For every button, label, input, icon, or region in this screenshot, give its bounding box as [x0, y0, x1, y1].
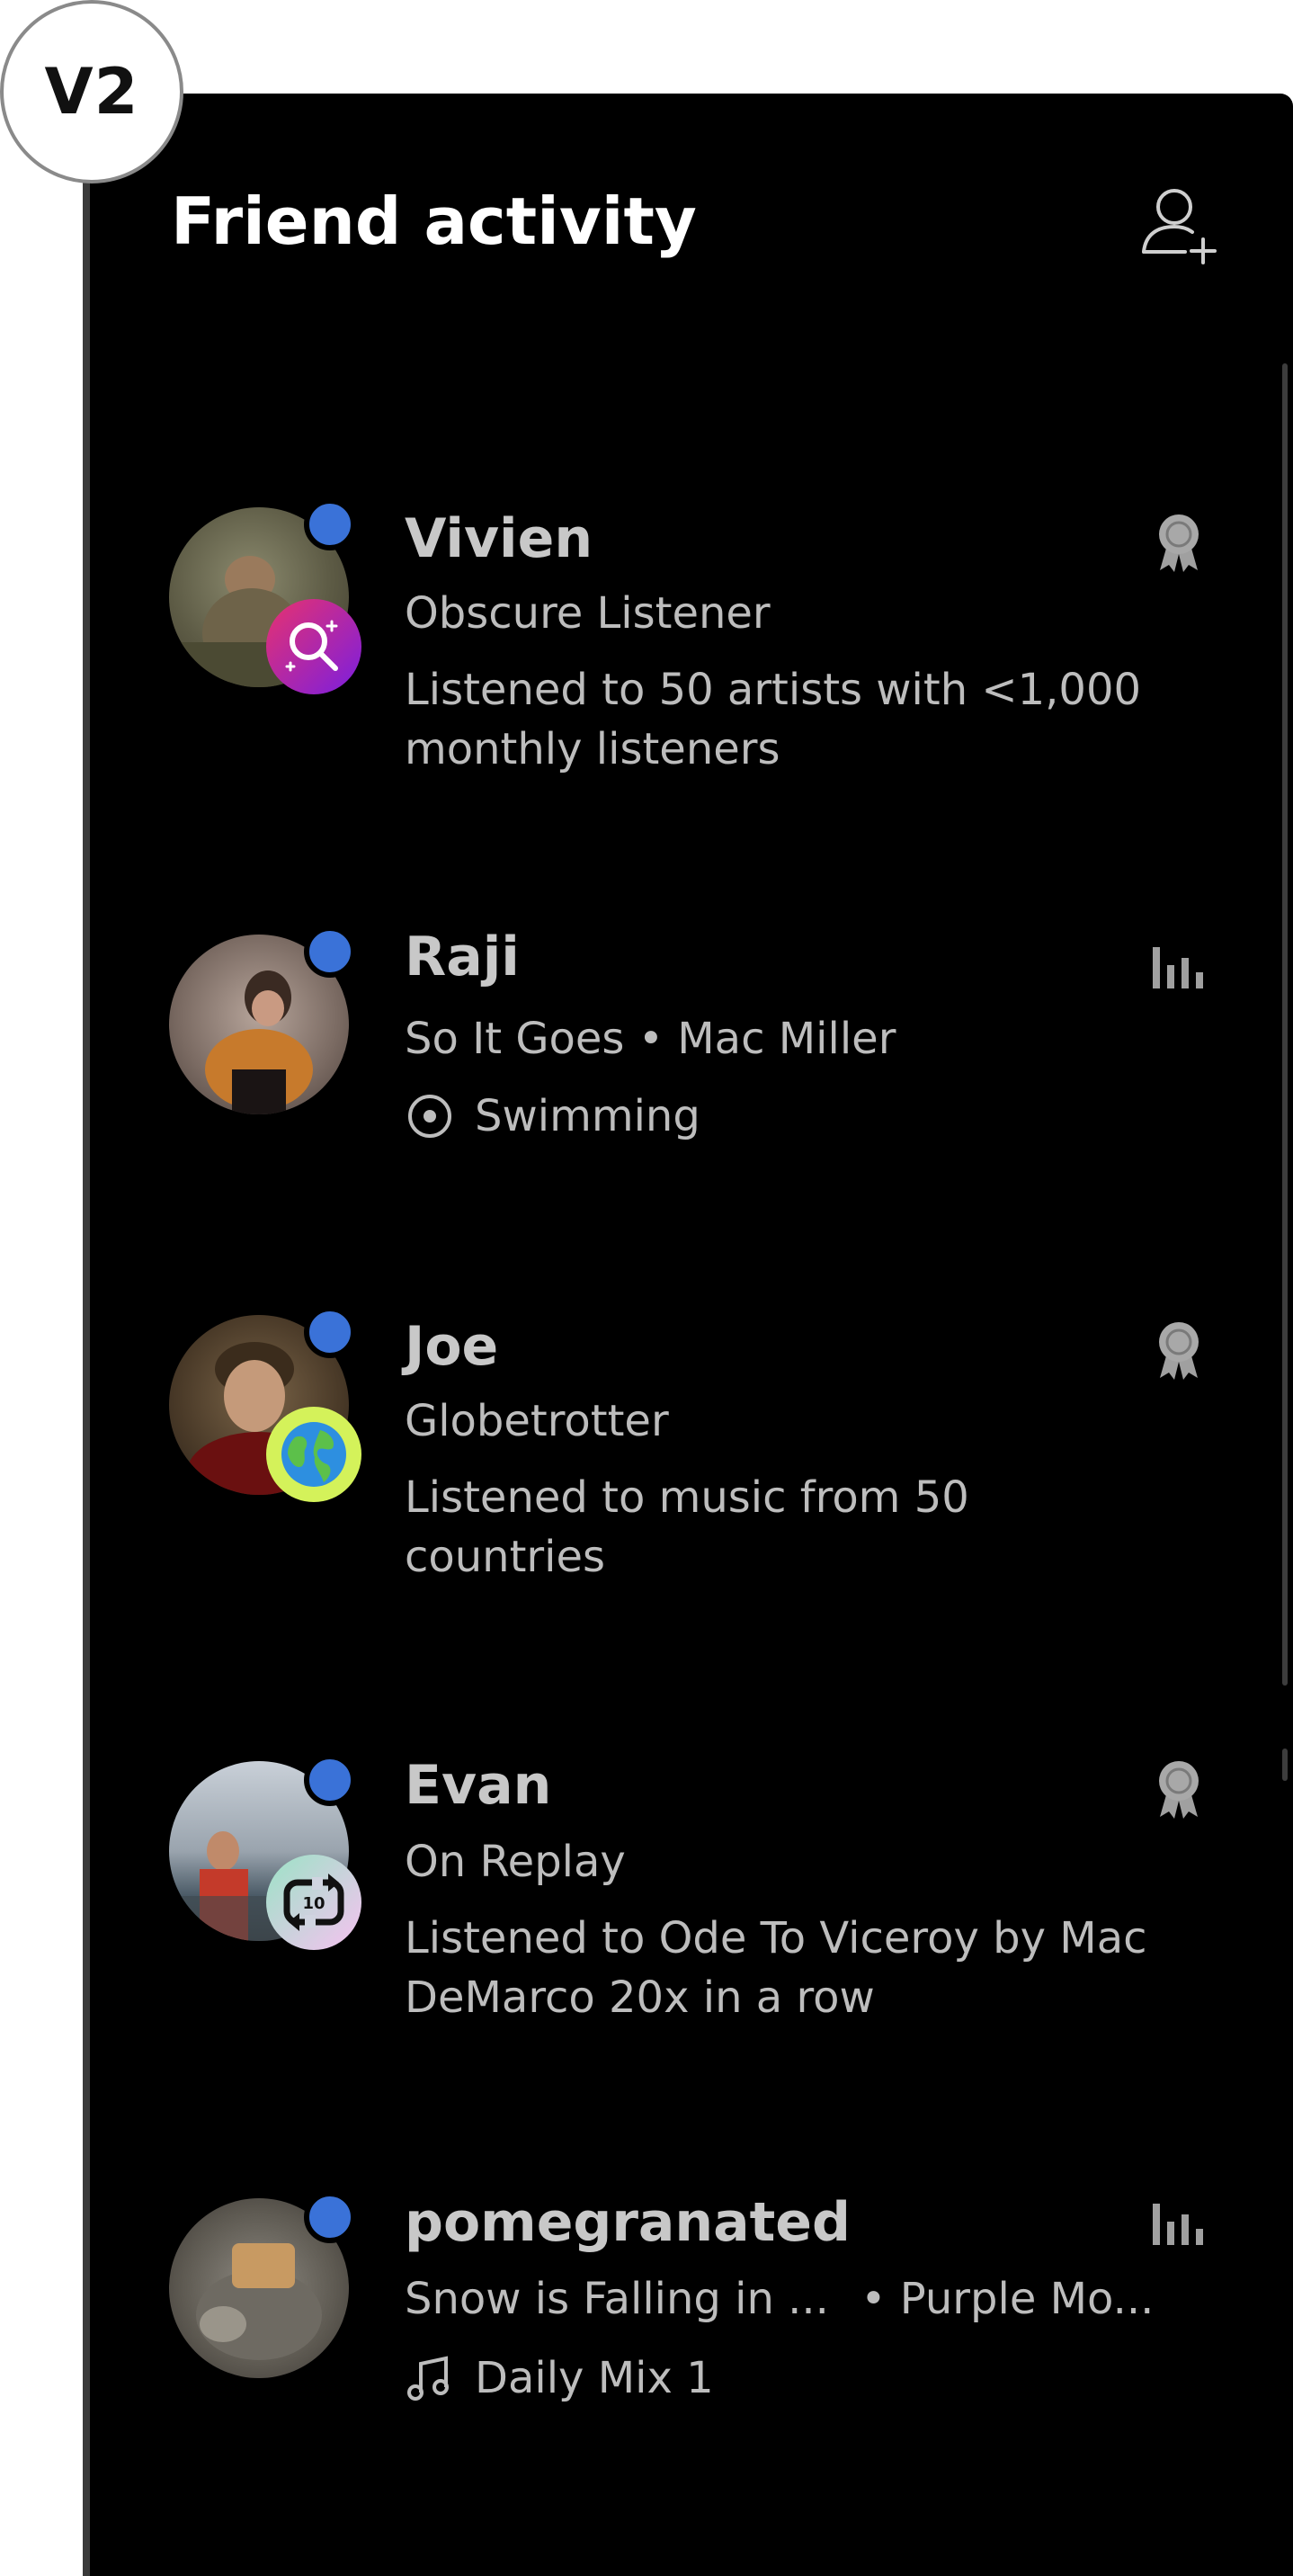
online-indicator [304, 2191, 356, 2243]
scrollbar[interactable] [1282, 363, 1288, 1686]
radio-target-icon [408, 1095, 451, 1138]
activity-description: Listened to Ode To Viceroy by Mac DeMarc… [405, 1913, 1147, 2023]
status-icon [1147, 1319, 1210, 1382]
award-ribbon-icon [1159, 1322, 1199, 1380]
globe-icon [281, 1422, 346, 1487]
equalizer-bars-icon [1153, 947, 1203, 988]
activity-description: Listened to music from 50 countries [405, 1472, 969, 1582]
now-playing-track[interactable]: So It Goes • Mac Miller [405, 1014, 896, 1064]
panel-title: Friend activity [171, 183, 697, 259]
friend-name[interactable]: Vivien [405, 507, 593, 570]
activity-title: Globetrotter [405, 1396, 669, 1446]
activity-title: On Replay [405, 1837, 626, 1887]
add-friend-button[interactable] [1133, 180, 1223, 270]
online-indicator [304, 498, 356, 550]
status-icon [1147, 1758, 1210, 1820]
activity-title: Obscure Listener [405, 588, 771, 639]
music-note-icon [407, 2356, 449, 2401]
achievement-badge [266, 599, 361, 694]
now-playing-track[interactable]: Snow is Falling in ... • Purple Mo... [405, 2274, 1154, 2324]
status-icon [1147, 511, 1210, 574]
award-ribbon-icon [1159, 514, 1199, 572]
track-artist[interactable]: • Purple Mo... [861, 2274, 1154, 2324]
context-row[interactable]: Swimming [405, 1091, 700, 1141]
friend-name[interactable]: Evan [405, 1754, 551, 1817]
repeat-count: 10 [302, 1894, 325, 1913]
online-indicator [304, 1754, 356, 1806]
online-indicator [304, 1306, 356, 1358]
version-label: V2 [44, 55, 139, 129]
context-label: Swimming [475, 1091, 700, 1141]
activity-description: Listened to 50 artists with <1,000 month… [405, 665, 1142, 774]
friend-name[interactable]: Joe [405, 1315, 498, 1378]
online-indicator [304, 926, 356, 978]
magnifier-sparkle-icon [285, 620, 338, 672]
repeat-10-icon: 10 [283, 1874, 344, 1931]
friend-activity-panel: Friend activity Vivien Obscure Listener … [83, 94, 1293, 2576]
scrollbar-marker [1282, 1749, 1288, 1781]
achievement-badge: 10 [266, 1855, 361, 1950]
award-ribbon-icon [1159, 1761, 1199, 1819]
status-icon [1147, 938, 1210, 1001]
status-icon [1147, 2195, 1210, 2258]
track-title[interactable]: Snow is Falling in ... [405, 2274, 829, 2324]
equalizer-bars-icon [1153, 2204, 1203, 2245]
add-friend-icon [1142, 189, 1217, 264]
friend-name[interactable]: Raji [405, 926, 520, 988]
achievement-badge [266, 1407, 361, 1502]
friend-name[interactable]: pomegranated [405, 2191, 851, 2254]
context-label: Daily Mix 1 [475, 2353, 714, 2403]
context-row[interactable]: Daily Mix 1 [405, 2353, 714, 2403]
version-badge: V2 [0, 0, 183, 183]
